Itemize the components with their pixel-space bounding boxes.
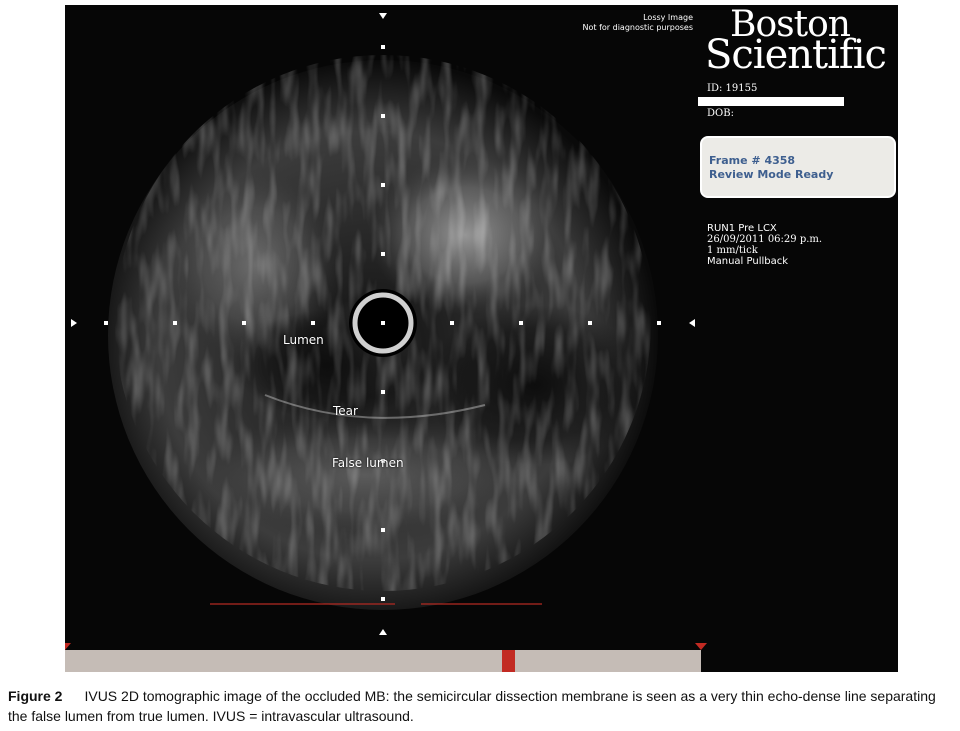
- run-scale: 1 mm/tick: [707, 245, 758, 256]
- scale-tick: [381, 252, 385, 256]
- left-arrow-icon: [71, 319, 77, 327]
- scale-tick: [519, 321, 523, 325]
- frame-number: Frame # 4358: [709, 154, 796, 167]
- right-arrow-icon: [689, 319, 695, 327]
- scale-tick: [381, 114, 385, 118]
- scale-tick: [381, 321, 385, 325]
- scale-tick: [381, 390, 385, 394]
- pullback-position-marker[interactable]: [502, 650, 515, 672]
- mode-status: Review Mode Ready: [709, 168, 834, 181]
- caption-text: IVUS 2D tomographic image of the occlude…: [8, 688, 936, 724]
- scale-tick: [381, 45, 385, 49]
- scale-tick: [173, 321, 177, 325]
- scale-tick: [242, 321, 246, 325]
- scale-tick: [104, 321, 108, 325]
- diagnostic-notice: Not for diagnostic purposes: [582, 23, 693, 32]
- ivus-image: Lossy Image Not for diagnostic purposes …: [65, 5, 898, 672]
- scale-tick: [381, 597, 385, 601]
- lossy-notice: Lossy Image: [643, 13, 693, 22]
- run-name: RUN1 Pre LCX: [707, 223, 777, 234]
- scale-tick: [381, 183, 385, 187]
- annotation-tear: Tear: [333, 404, 358, 418]
- pullback-timeline[interactable]: [65, 650, 701, 672]
- brand-logo-line2: Scientific: [705, 32, 887, 78]
- run-timestamp: 26/09/2011 06:29 p.m.: [707, 234, 823, 245]
- scale-tick: [450, 321, 454, 325]
- run-pullback-mode: Manual Pullback: [707, 256, 789, 267]
- figure-caption: Figure 2 IVUS 2D tomographic image of the…: [8, 686, 958, 726]
- status-panel: Frame # 4358 Review Mode Ready: [700, 136, 896, 198]
- bottom-arrow-icon: [379, 629, 387, 635]
- scale-tick: [588, 321, 592, 325]
- top-arrow-icon: [379, 13, 387, 19]
- scale-tick: [311, 321, 315, 325]
- annotation-lumen: Lumen: [283, 333, 324, 347]
- patient-id: ID: 19155: [707, 83, 758, 94]
- dob-label: DOB:: [707, 108, 734, 119]
- annotation-false-lumen: False lumen: [332, 456, 404, 470]
- scale-tick: [657, 321, 661, 325]
- pullback-start-marker-icon: [65, 643, 71, 650]
- figure-label: Figure 2: [8, 688, 63, 704]
- pullback-end-marker-icon: [695, 643, 707, 650]
- scale-tick: [381, 528, 385, 532]
- redaction-bar: [698, 97, 844, 106]
